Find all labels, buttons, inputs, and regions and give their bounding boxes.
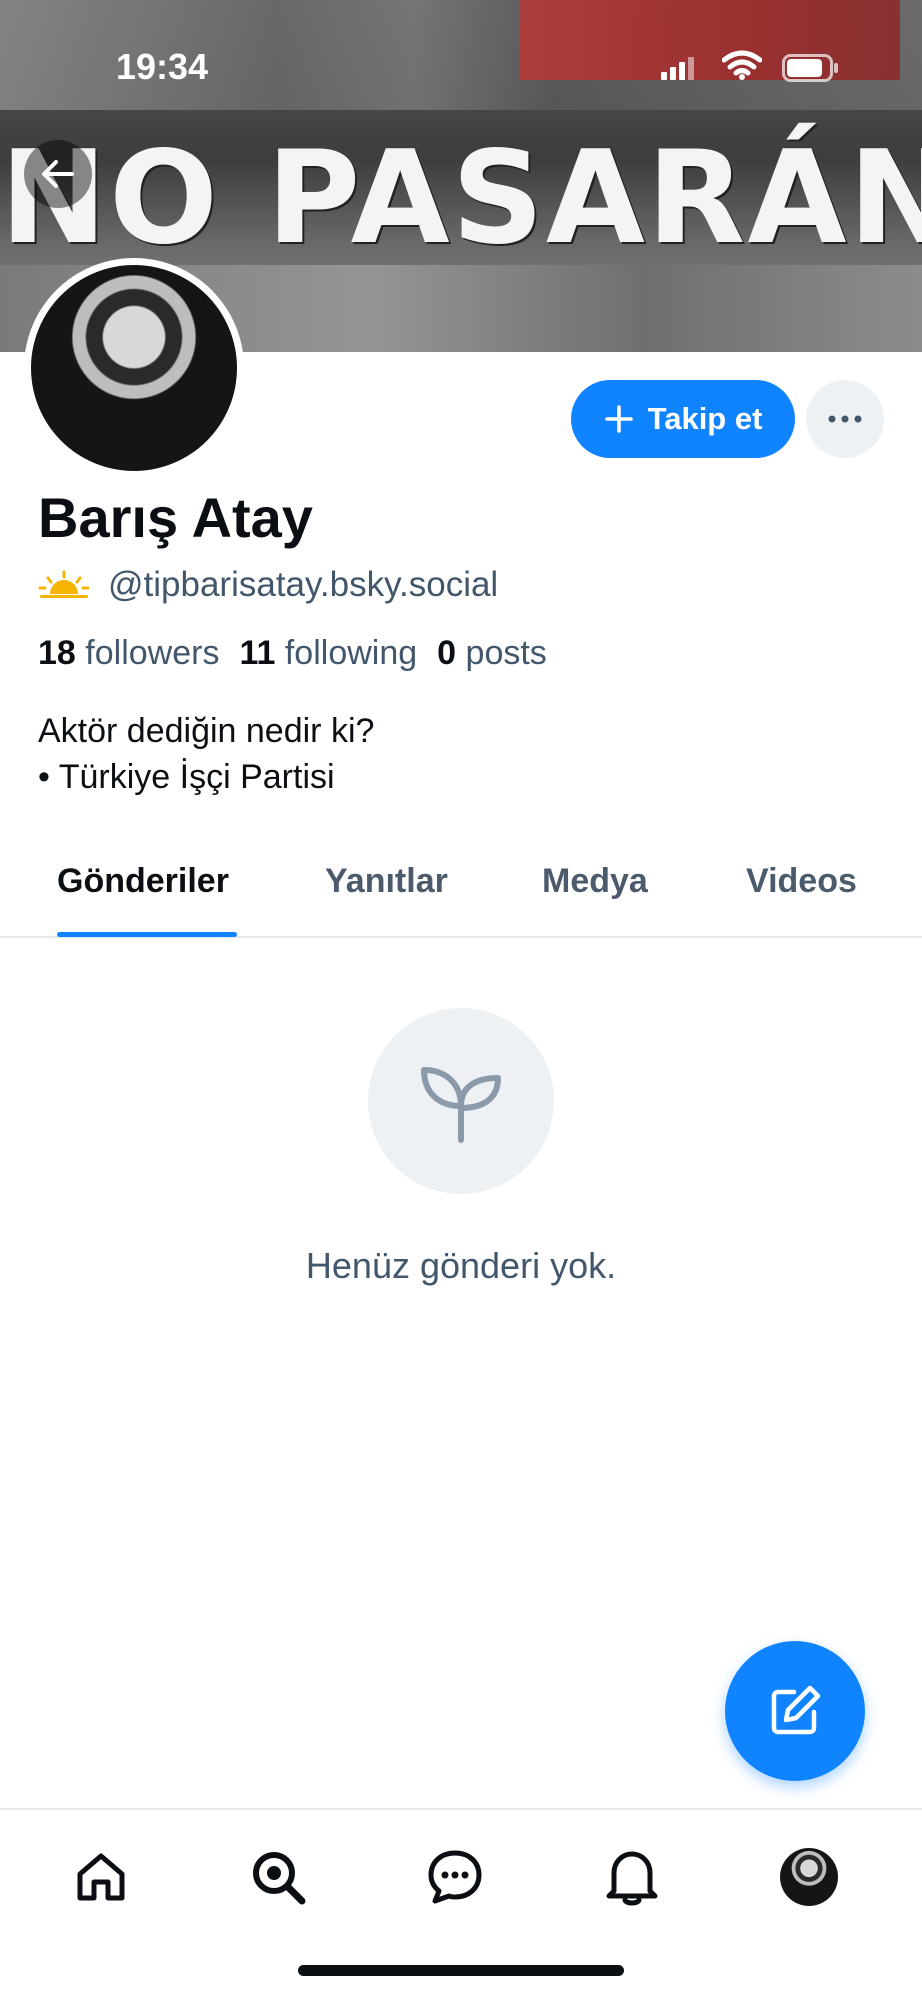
back-button[interactable] [24,140,92,208]
plus-icon [604,405,633,433]
compose-post-button[interactable] [725,1641,865,1781]
more-options-button[interactable] [806,380,884,458]
sprout-icon [421,1067,501,1143]
nav-home[interactable] [69,1845,133,1909]
user-handle[interactable]: @tipbarisatay.bsky.social [108,565,498,605]
empty-state-icon-circle [368,1008,554,1194]
arrow-left-icon [42,160,74,188]
tab-videos[interactable]: Videos [746,862,857,901]
search-icon [253,1852,306,1905]
bell-icon [606,1851,658,1906]
following-stat[interactable]: 11 following [239,634,417,673]
profile-avatar-small [780,1848,838,1906]
cellular-signal-icon [660,56,696,85]
nav-notifications[interactable] [600,1845,664,1909]
posts-label: posts [465,634,547,672]
active-tab-indicator [57,932,237,937]
status-time: 19:34 [116,46,209,87]
status-bar: 19:34 [0,0,922,130]
followers-count: 18 [38,634,76,672]
posts-stat: 0 posts [437,634,547,673]
tab-posts[interactable]: Gönderiler [57,862,229,901]
nav-search[interactable] [246,1845,310,1909]
sunrise-icon [38,570,90,598]
battery-icon [782,54,840,87]
bio-line: • Türkiye İşçi Partisi [38,758,335,796]
wifi-icon [721,50,763,85]
follow-button-label: Takip et [647,401,763,436]
display-name: Barış Atay [38,486,313,549]
banner-graffiti-text: NO PASARÁN [0,124,922,273]
tab-replies[interactable]: Yanıtlar [325,862,448,901]
follow-button[interactable]: Takip et [571,380,795,458]
profile-avatar[interactable] [31,265,237,471]
home-icon [77,1853,125,1901]
following-count: 11 [239,634,276,672]
following-label: following [284,634,418,672]
chat-icon [428,1850,482,1904]
profile-stats: 18 followers 11 following 0 posts [38,634,547,673]
followers-stat[interactable]: 18 followers [38,634,219,673]
nav-profile[interactable] [777,1845,841,1909]
nav-chat[interactable] [423,1845,487,1909]
profile-tabs: Gönderiler Yanıtlar Medya Videos [0,848,922,938]
followers-label: followers [85,634,220,672]
empty-state-message: Henüz gönderi yok. [305,1245,617,1286]
posts-count: 0 [437,634,457,672]
bio-line: Aktör dediğin nedir ki? [38,712,375,750]
home-indicator [298,1965,624,1976]
compose-icon [771,1685,821,1735]
handle-row: @tipbarisatay.bsky.social [38,565,498,605]
ellipsis-icon [828,415,862,423]
tab-media[interactable]: Medya [542,862,648,901]
profile-bio: Aktör dediğin nedir ki? • Türkiye İşçi P… [38,708,374,800]
